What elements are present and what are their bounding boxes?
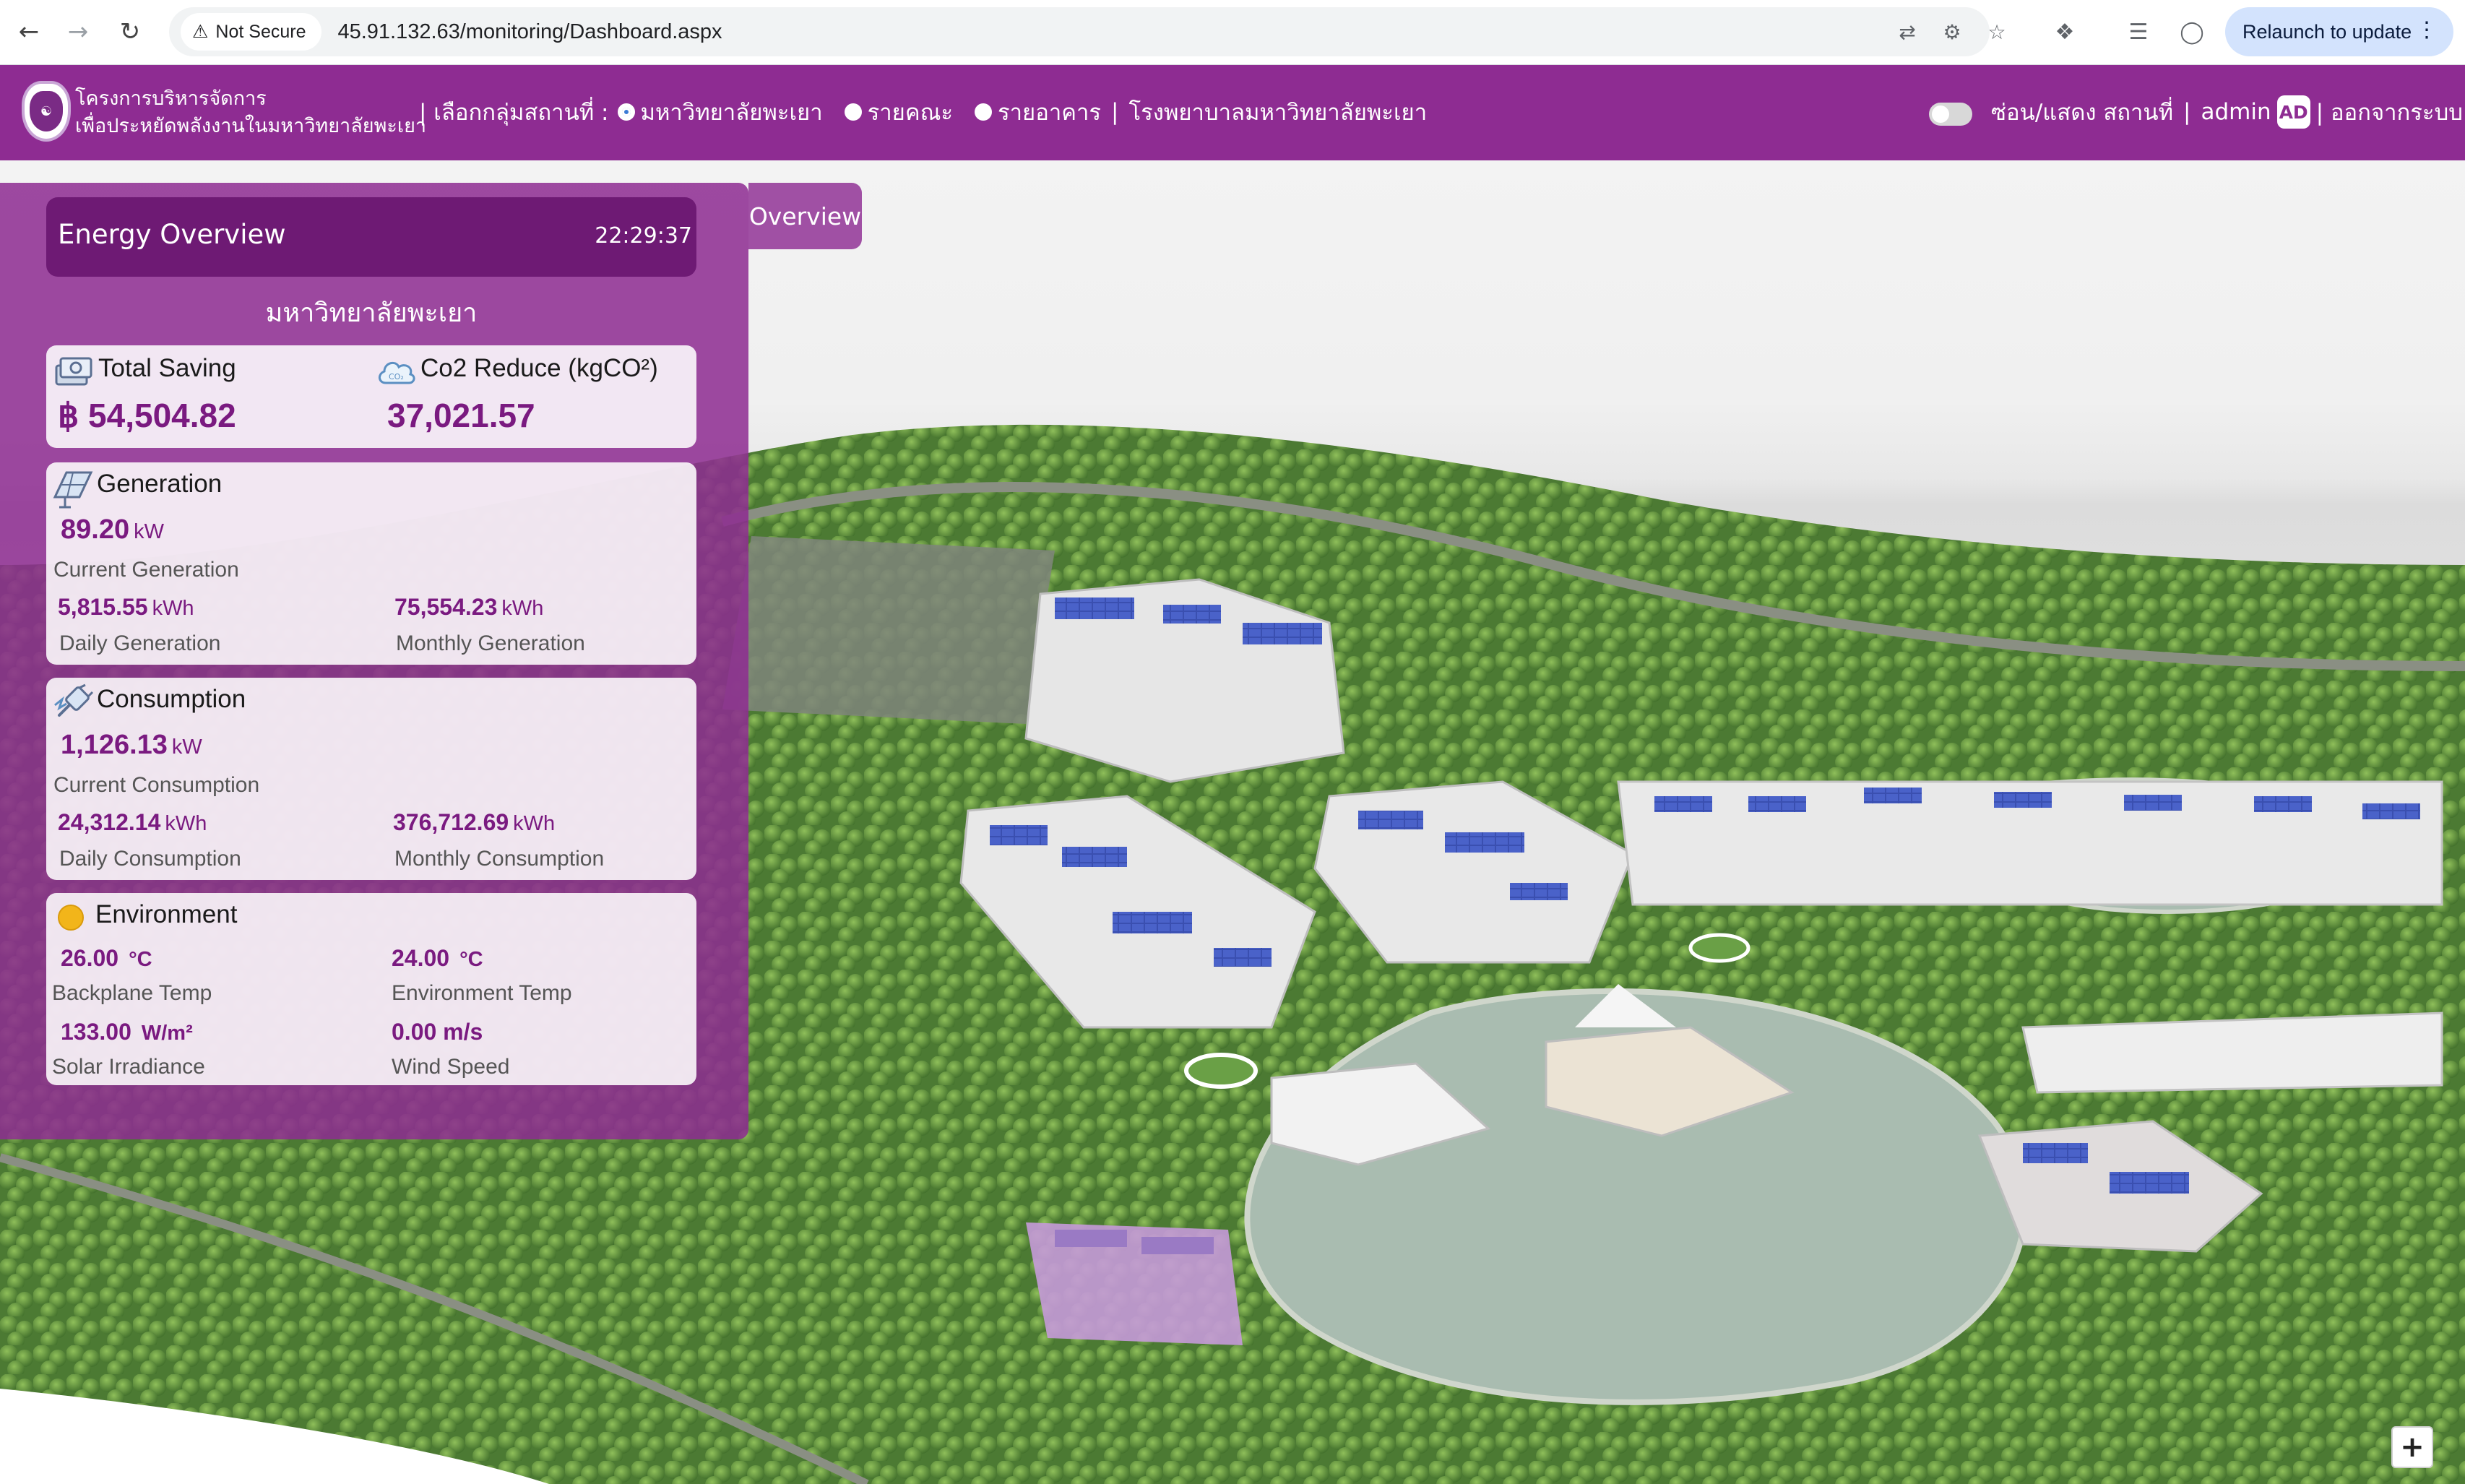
co2-cloud-icon: CO₂ <box>379 361 415 384</box>
radio-university[interactable] <box>617 103 635 121</box>
solar-irradiance-unit: W/m² <box>141 1022 193 1045</box>
reload-icon[interactable]: ↻ <box>111 13 149 51</box>
avatar[interactable]: AD <box>2276 95 2310 129</box>
current-consumption-value: 1,126.13 <box>61 730 168 760</box>
daily-generation-unit: kWh <box>152 597 194 620</box>
group-label: | เลือกกลุ่มสถานที่ : <box>419 100 609 126</box>
total-saving-title: Total Saving <box>98 354 236 382</box>
current-generation-caption: Current Generation <box>53 558 239 582</box>
solar-irradiance-caption: Solar Irradiance <box>52 1055 205 1079</box>
org-title-line2: เพื่อประหยัดพลังงานในมหาวิทยาลัยพะเยา <box>75 115 427 137</box>
svg-text:CO₂: CO₂ <box>389 372 404 381</box>
org-title-line1: โครงการบริหารจัดการ <box>75 87 267 110</box>
backplane-temp-unit: °C <box>129 948 152 971</box>
co2-reduce-value: 37,021.57 <box>387 397 535 434</box>
sun-icon <box>58 905 84 931</box>
energy-overview-header: Energy Overview 22:29:37 <box>46 197 696 277</box>
consumption-title: Consumption <box>97 685 246 713</box>
warning-icon: ⚠ <box>192 22 209 42</box>
address-bar[interactable]: ⚠ Not Secure 45.91.132.63/monitoring/Das… <box>169 7 2006 56</box>
environment-temp-value: 24.00 <box>392 945 450 971</box>
daily-consumption-value: 24,312.14 <box>58 809 161 835</box>
current-generation-value: 89.20 <box>61 514 130 545</box>
user-separator: | <box>2183 99 2191 125</box>
hospital-link[interactable]: โรงพยาบาลมหาวิทยาลัยพะเยา <box>1129 94 1428 130</box>
option-university[interactable]: มหาวิทยาลัยพะเยา <box>641 94 823 130</box>
app-header: ☯ โครงการบริหารจัดการ เพื่อประหยัดพลังงา… <box>0 65 2465 160</box>
browser-toolbar: ← → ↻ ⚠ Not Secure 45.91.132.63/monitori… <box>0 0 2465 65</box>
monthly-generation-unit: kWh <box>501 597 544 620</box>
bookmark-star-icon[interactable]: ☆ <box>1981 16 2013 48</box>
generation-card: Generation 89.20 kW Current Generation 5,… <box>46 462 696 665</box>
backplane-temp-caption: Backplane Temp <box>52 981 212 1005</box>
current-generation-unit: kW <box>134 520 164 543</box>
show-locations-toggle[interactable] <box>1929 103 1972 126</box>
monthly-consumption-caption: Monthly Consumption <box>394 847 605 871</box>
money-icon <box>55 357 92 386</box>
option-faculty[interactable]: รายคณะ <box>868 94 953 130</box>
consumption-card: Consumption 1,126.13 kW Current Consumpti… <box>46 678 696 880</box>
security-label: Not Secure <box>215 21 306 42</box>
plug-icon <box>54 683 94 717</box>
more-vert-icon[interactable]: ⋮ <box>2416 17 2438 43</box>
generation-title: Generation <box>97 470 223 498</box>
environment-temp-caption: Environment Temp <box>392 981 572 1005</box>
location-group-selector: | เลือกกลุ่มสถานที่ : มหาวิทยาลัยพะเยา ร… <box>419 94 1427 130</box>
solar-irradiance-value: 133.00 <box>61 1019 131 1045</box>
media-control-icon[interactable]: ☰ <box>2121 14 2156 49</box>
logout-link[interactable]: | ออกจากระบบ <box>2316 94 2463 130</box>
panel-title: Energy Overview <box>58 219 286 250</box>
current-consumption-caption: Current Consumption <box>53 773 260 797</box>
current-consumption-unit: kW <box>171 735 202 759</box>
environment-card: Environment 26.00 °C Backplane Temp 24.00… <box>46 893 696 1085</box>
profile-icon[interactable]: ◯ <box>2175 14 2209 49</box>
wind-speed-caption: Wind Speed <box>392 1055 510 1079</box>
site-name: มหาวิทยาลัยพะเยา <box>265 298 478 328</box>
backplane-temp-value: 26.00 <box>61 945 119 971</box>
monthly-generation-value: 75,554.23 <box>394 594 498 620</box>
org-title: โครงการบริหารจัดการ เพื่อประหยัดพลังงานใ… <box>75 85 426 140</box>
monthly-consumption-value: 376,712.69 <box>393 809 509 835</box>
header-separator: | <box>1111 99 1119 125</box>
url-text[interactable]: 45.91.132.63/monitoring/Dashboard.aspx <box>337 20 722 44</box>
university-logo: ☯ <box>22 81 71 142</box>
toggle-label: ซ่อน/แสดง สถานที่ <box>1991 100 2174 126</box>
translate-icon[interactable]: ⇄ <box>1891 16 1923 48</box>
zoom-in-button[interactable]: + <box>2391 1426 2433 1468</box>
total-saving-value: ฿ 54,504.82 <box>58 397 236 434</box>
username: admin <box>2201 99 2271 125</box>
daily-generation-caption: Daily Generation <box>59 631 221 655</box>
logo-emblem-icon: ☯ <box>30 91 63 131</box>
key-icon[interactable]: ⚙ <box>1936 16 1968 48</box>
user-area: ซ่อน/แสดง สถานที่ | admin AD | ออกจากระบ… <box>1991 94 2463 130</box>
monthly-generation-caption: Monthly Generation <box>396 631 585 655</box>
wind-speed-value: 0.00 m/s <box>392 1019 483 1045</box>
radio-building[interactable] <box>975 103 992 121</box>
environment-title: Environment <box>95 900 238 928</box>
monthly-consumption-unit: kWh <box>513 812 556 835</box>
toggle-knob <box>1932 105 1949 123</box>
daily-consumption-unit: kWh <box>165 812 207 835</box>
solar-panel-icon <box>53 471 93 509</box>
radio-faculty[interactable] <box>844 103 862 121</box>
relaunch-button[interactable]: Relaunch to update ⋮ <box>2225 7 2453 56</box>
daily-generation-value: 5,815.55 <box>58 594 148 620</box>
extensions-icon[interactable]: ❖ <box>2047 14 2082 49</box>
co2-reduce-title: Co2 Reduce (kgCO²) <box>420 354 658 382</box>
daily-consumption-caption: Daily Consumption <box>59 847 241 871</box>
relaunch-label: Relaunch to update <box>2242 20 2412 43</box>
panel-clock: 22:29:37 <box>595 223 692 249</box>
security-chip[interactable]: ⚠ Not Secure <box>181 13 322 51</box>
saving-card: Total Saving ฿ 54,504.82 CO₂ Co2 Reduce … <box>46 345 696 448</box>
environment-temp-unit: °C <box>459 948 483 971</box>
forward-icon[interactable]: → <box>59 13 97 51</box>
overview-tab[interactable]: Overview <box>748 183 862 249</box>
back-icon[interactable]: ← <box>10 13 48 51</box>
option-building[interactable]: รายอาคาร <box>998 94 1101 130</box>
